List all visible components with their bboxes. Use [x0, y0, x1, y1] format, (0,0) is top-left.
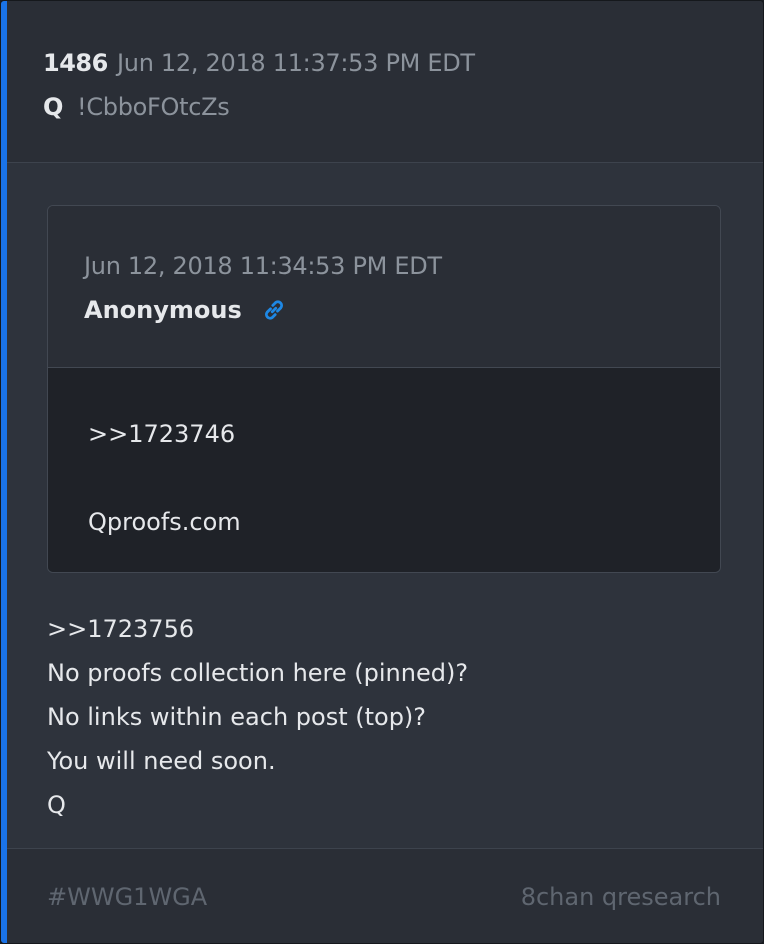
post-body-line: No proofs collection here (pinned)? [47, 659, 469, 687]
post-body-line: You will need soon. [47, 747, 276, 775]
post-tripcode: !CbboFOtcZs [77, 93, 230, 121]
post-timestamp: Jun 12, 2018 11:37:53 PM EDT [117, 49, 475, 77]
quoted-post: Jun 12, 2018 11:34:53 PM EDT Anonymous >… [47, 205, 721, 573]
post-reply-link[interactable]: >>1723756 [47, 615, 194, 643]
quoted-post-body: >>1723746 Qproofs.com [48, 368, 720, 572]
quoted-post-reply-link[interactable]: >>1723746 [88, 420, 235, 448]
quoted-post-text: Qproofs.com [88, 508, 241, 536]
quoted-post-author: Anonymous [84, 296, 242, 324]
post-source: 8chan qresearch [520, 883, 721, 911]
link-icon[interactable] [260, 296, 288, 324]
post-author: Q [43, 93, 64, 121]
post-body-line: No links within each post (top)? [47, 703, 427, 731]
post-number: 1486 [43, 49, 108, 77]
hashtag: #WWG1WGA [47, 883, 208, 911]
q-post-card: 1486 Jun 12, 2018 11:37:53 PM EDT Q !Cbb… [0, 0, 764, 944]
quoted-post-timestamp: Jun 12, 2018 11:34:53 PM EDT [84, 252, 442, 280]
quoted-post-header: Jun 12, 2018 11:34:53 PM EDT Anonymous [48, 206, 720, 368]
post-footer: #WWG1WGA 8chan qresearch [7, 848, 763, 943]
post-signature: Q [47, 791, 66, 819]
post-header: 1486 Jun 12, 2018 11:37:53 PM EDT Q !Cbb… [7, 1, 763, 163]
